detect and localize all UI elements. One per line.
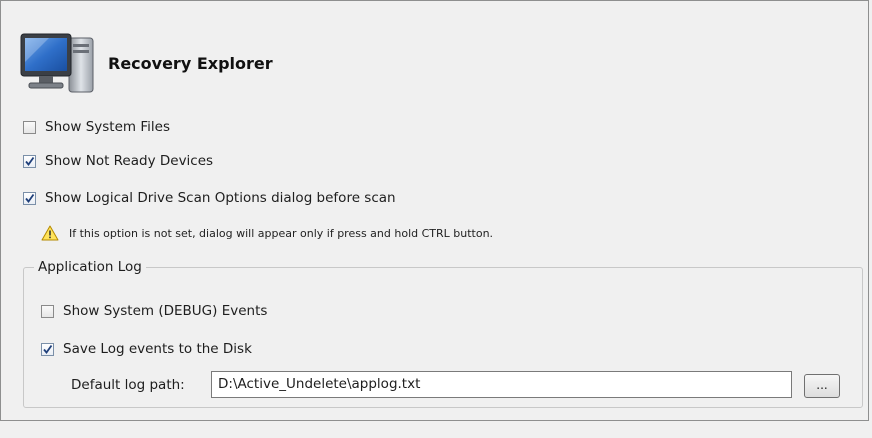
log-path-input[interactable]: D:\Active_Undelete\applog.txt bbox=[211, 371, 792, 398]
show-scan-options-label: Show Logical Drive Scan Options dialog b… bbox=[45, 190, 396, 206]
save-log-label: Save Log events to the Disk bbox=[63, 341, 252, 357]
show-scan-options-checkbox[interactable] bbox=[23, 191, 36, 205]
application-log-legend: Application Log bbox=[34, 259, 146, 275]
checkmark-icon bbox=[43, 344, 53, 354]
show-system-files-label: Show System Files bbox=[45, 119, 170, 135]
browse-button[interactable]: ... bbox=[804, 374, 840, 398]
show-not-ready-devices-checkbox[interactable] bbox=[23, 154, 36, 168]
show-not-ready-devices-label: Show Not Ready Devices bbox=[45, 153, 214, 169]
log-path-label: Default log path: bbox=[71, 377, 185, 393]
computer-icon bbox=[20, 33, 94, 93]
warning-icon bbox=[41, 225, 59, 241]
show-debug-events-option[interactable]: Show System (DEBUG) Events bbox=[41, 303, 267, 319]
checkmark-icon bbox=[25, 193, 35, 203]
save-log-checkbox[interactable] bbox=[41, 342, 54, 356]
show-system-files-checkbox[interactable] bbox=[23, 120, 36, 134]
show-not-ready-devices-option[interactable]: Show Not Ready Devices bbox=[23, 153, 213, 169]
show-scan-options-option[interactable]: Show Logical Drive Scan Options dialog b… bbox=[23, 190, 396, 206]
show-debug-events-checkbox[interactable] bbox=[41, 304, 54, 318]
show-debug-events-label: Show System (DEBUG) Events bbox=[63, 303, 268, 319]
warning-note: If this option is not set, dialog will a… bbox=[41, 225, 493, 241]
settings-panel: Recovery Explorer Show System Files Show… bbox=[0, 0, 869, 421]
checkmark-icon bbox=[25, 156, 35, 166]
show-system-files-option[interactable]: Show System Files bbox=[23, 119, 170, 135]
save-log-option[interactable]: Save Log events to the Disk bbox=[41, 341, 252, 357]
warning-text: If this option is not set, dialog will a… bbox=[69, 226, 494, 240]
page-title: Recovery Explorer bbox=[108, 54, 273, 73]
